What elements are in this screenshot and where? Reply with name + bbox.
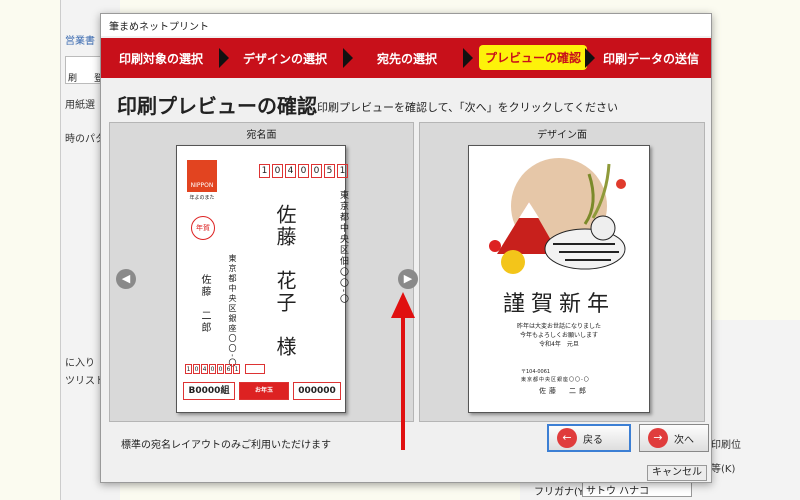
design-side-panel: デザイン面 謹賀新年 昨年は大変お世話になりました 今年もよろしくお願いします …	[419, 122, 705, 422]
lottery-group: B0000組	[183, 382, 235, 400]
cancel-button[interactable]: キャンセル	[647, 465, 707, 481]
postage-stamp: NIPPON	[187, 160, 217, 192]
layout-note: 標準の宛名レイアウトのみご利用いただけます	[121, 440, 331, 451]
step-arrow-icon	[585, 48, 595, 68]
zip-digit: 0	[193, 364, 200, 374]
zip-digit: 0	[217, 364, 224, 374]
greeting-line: 令和4年 元旦	[539, 341, 579, 348]
prev-page-icon[interactable]: ◀	[116, 269, 136, 289]
background-text: 等(K)	[711, 464, 736, 475]
lottery-label: お年玉	[239, 382, 289, 400]
address-card-preview: NIPPON 年よのまた 年賀 1 0 4 0 0 5 1 佐藤 花子 様 東京…	[176, 145, 348, 413]
background-text: ツリスト	[65, 376, 105, 387]
nenga-mark: 年賀	[191, 216, 215, 240]
zip-extra-box	[245, 364, 265, 374]
zip-digit: 1	[185, 364, 192, 374]
design-sender-name: 佐藤 二郎	[539, 387, 589, 395]
page-instruction: 印刷プレビューを確認して、「次へ」をクリックしてください	[317, 101, 618, 114]
design-sender-zip: 〒104-0061	[521, 369, 551, 375]
zip-digit: 1	[233, 364, 240, 374]
background-text: 営業書	[65, 36, 95, 47]
step-arrow-icon	[463, 48, 473, 68]
zip-digit: 1	[337, 164, 348, 178]
sender-name: 佐藤 二郎	[199, 274, 210, 334]
step-bar: 印刷対象の選択 デザインの選択 宛先の選択 プレビューの確認 印刷データの送信	[101, 38, 711, 78]
step-arrow-icon	[219, 48, 229, 68]
zip-digit: 0	[298, 164, 309, 178]
zip-digit: 4	[201, 364, 208, 374]
tiger-illustration	[489, 158, 626, 274]
step-select-address: 宛先の選択	[377, 52, 438, 66]
address-side-panel: 宛名面 ◀ ▶ NIPPON 年よのまた 年賀 1 0 4 0 0 5 1 佐藤…	[109, 122, 418, 422]
furigana-label: フリガナ(Y)	[534, 487, 588, 498]
next-button-label: 次へ	[674, 434, 694, 446]
zip-digit: 0	[272, 164, 283, 178]
zip-digit: 1	[259, 164, 270, 178]
zip-digit: 5	[324, 164, 335, 178]
page-title: 印刷プレビューの確認	[117, 94, 317, 118]
step-select-target: 印刷対象の選択	[119, 52, 204, 66]
background-text: 印刷位	[711, 440, 741, 451]
window-title: 筆まめネットプリント	[101, 14, 711, 36]
recipient-name: 佐藤 花子 様	[273, 204, 297, 358]
sender-address: 東京都中央区銀座〇〇-〇	[228, 254, 237, 369]
stamp-caption: 年よのまた	[189, 195, 215, 201]
background-text: 用紙選	[65, 100, 95, 111]
back-button-label: 戻る	[583, 434, 603, 446]
step-arrow-icon	[343, 48, 353, 68]
design-card-preview: 謹賀新年 昨年は大変お世話になりました 今年もよろしくお願いします 令和4年 元…	[468, 145, 650, 413]
greeting-line: 今年もよろしくお願いします	[519, 332, 598, 339]
greeting-line: 昨年は大変お世話になりました	[516, 323, 601, 330]
arrow-left-icon: ←	[557, 428, 577, 448]
background-text: 刷	[68, 74, 78, 84]
step-select-design: デザインの選択	[243, 52, 328, 66]
arrow-right-icon: →	[648, 428, 668, 448]
zip-digit: 6	[225, 364, 232, 374]
step-send-data: 印刷データの送信	[603, 52, 700, 66]
design-side-label: デザイン面	[537, 130, 587, 141]
greeting-title: 謹賀新年	[502, 292, 615, 317]
background-right-panel: 印刷位 等(K)	[706, 320, 800, 500]
step-preview-active: プレビューの確認	[479, 45, 588, 70]
sender-zip: 1 0 4 0 0 6 1	[185, 364, 265, 374]
background-text: に入り	[65, 358, 95, 369]
recipient-address: 東京都中央区佃〇〇-〇	[338, 190, 348, 306]
recipient-zip: 1 0 4 0 0 5 1	[259, 164, 348, 178]
zip-digit: 4	[285, 164, 296, 178]
lottery-number: 000000	[293, 382, 341, 400]
next-page-icon[interactable]: ▶	[398, 269, 418, 289]
zip-digit: 0	[209, 364, 216, 374]
zip-digit: 0	[311, 164, 322, 178]
back-button[interactable]: ← 戻る	[547, 424, 631, 452]
address-side-label: 宛名面	[246, 130, 277, 141]
design-sender-address: 東京都中央区銀座〇〇-〇	[521, 377, 590, 383]
next-button[interactable]: → 次へ	[639, 424, 709, 452]
annotation-arrow-icon	[391, 292, 415, 450]
